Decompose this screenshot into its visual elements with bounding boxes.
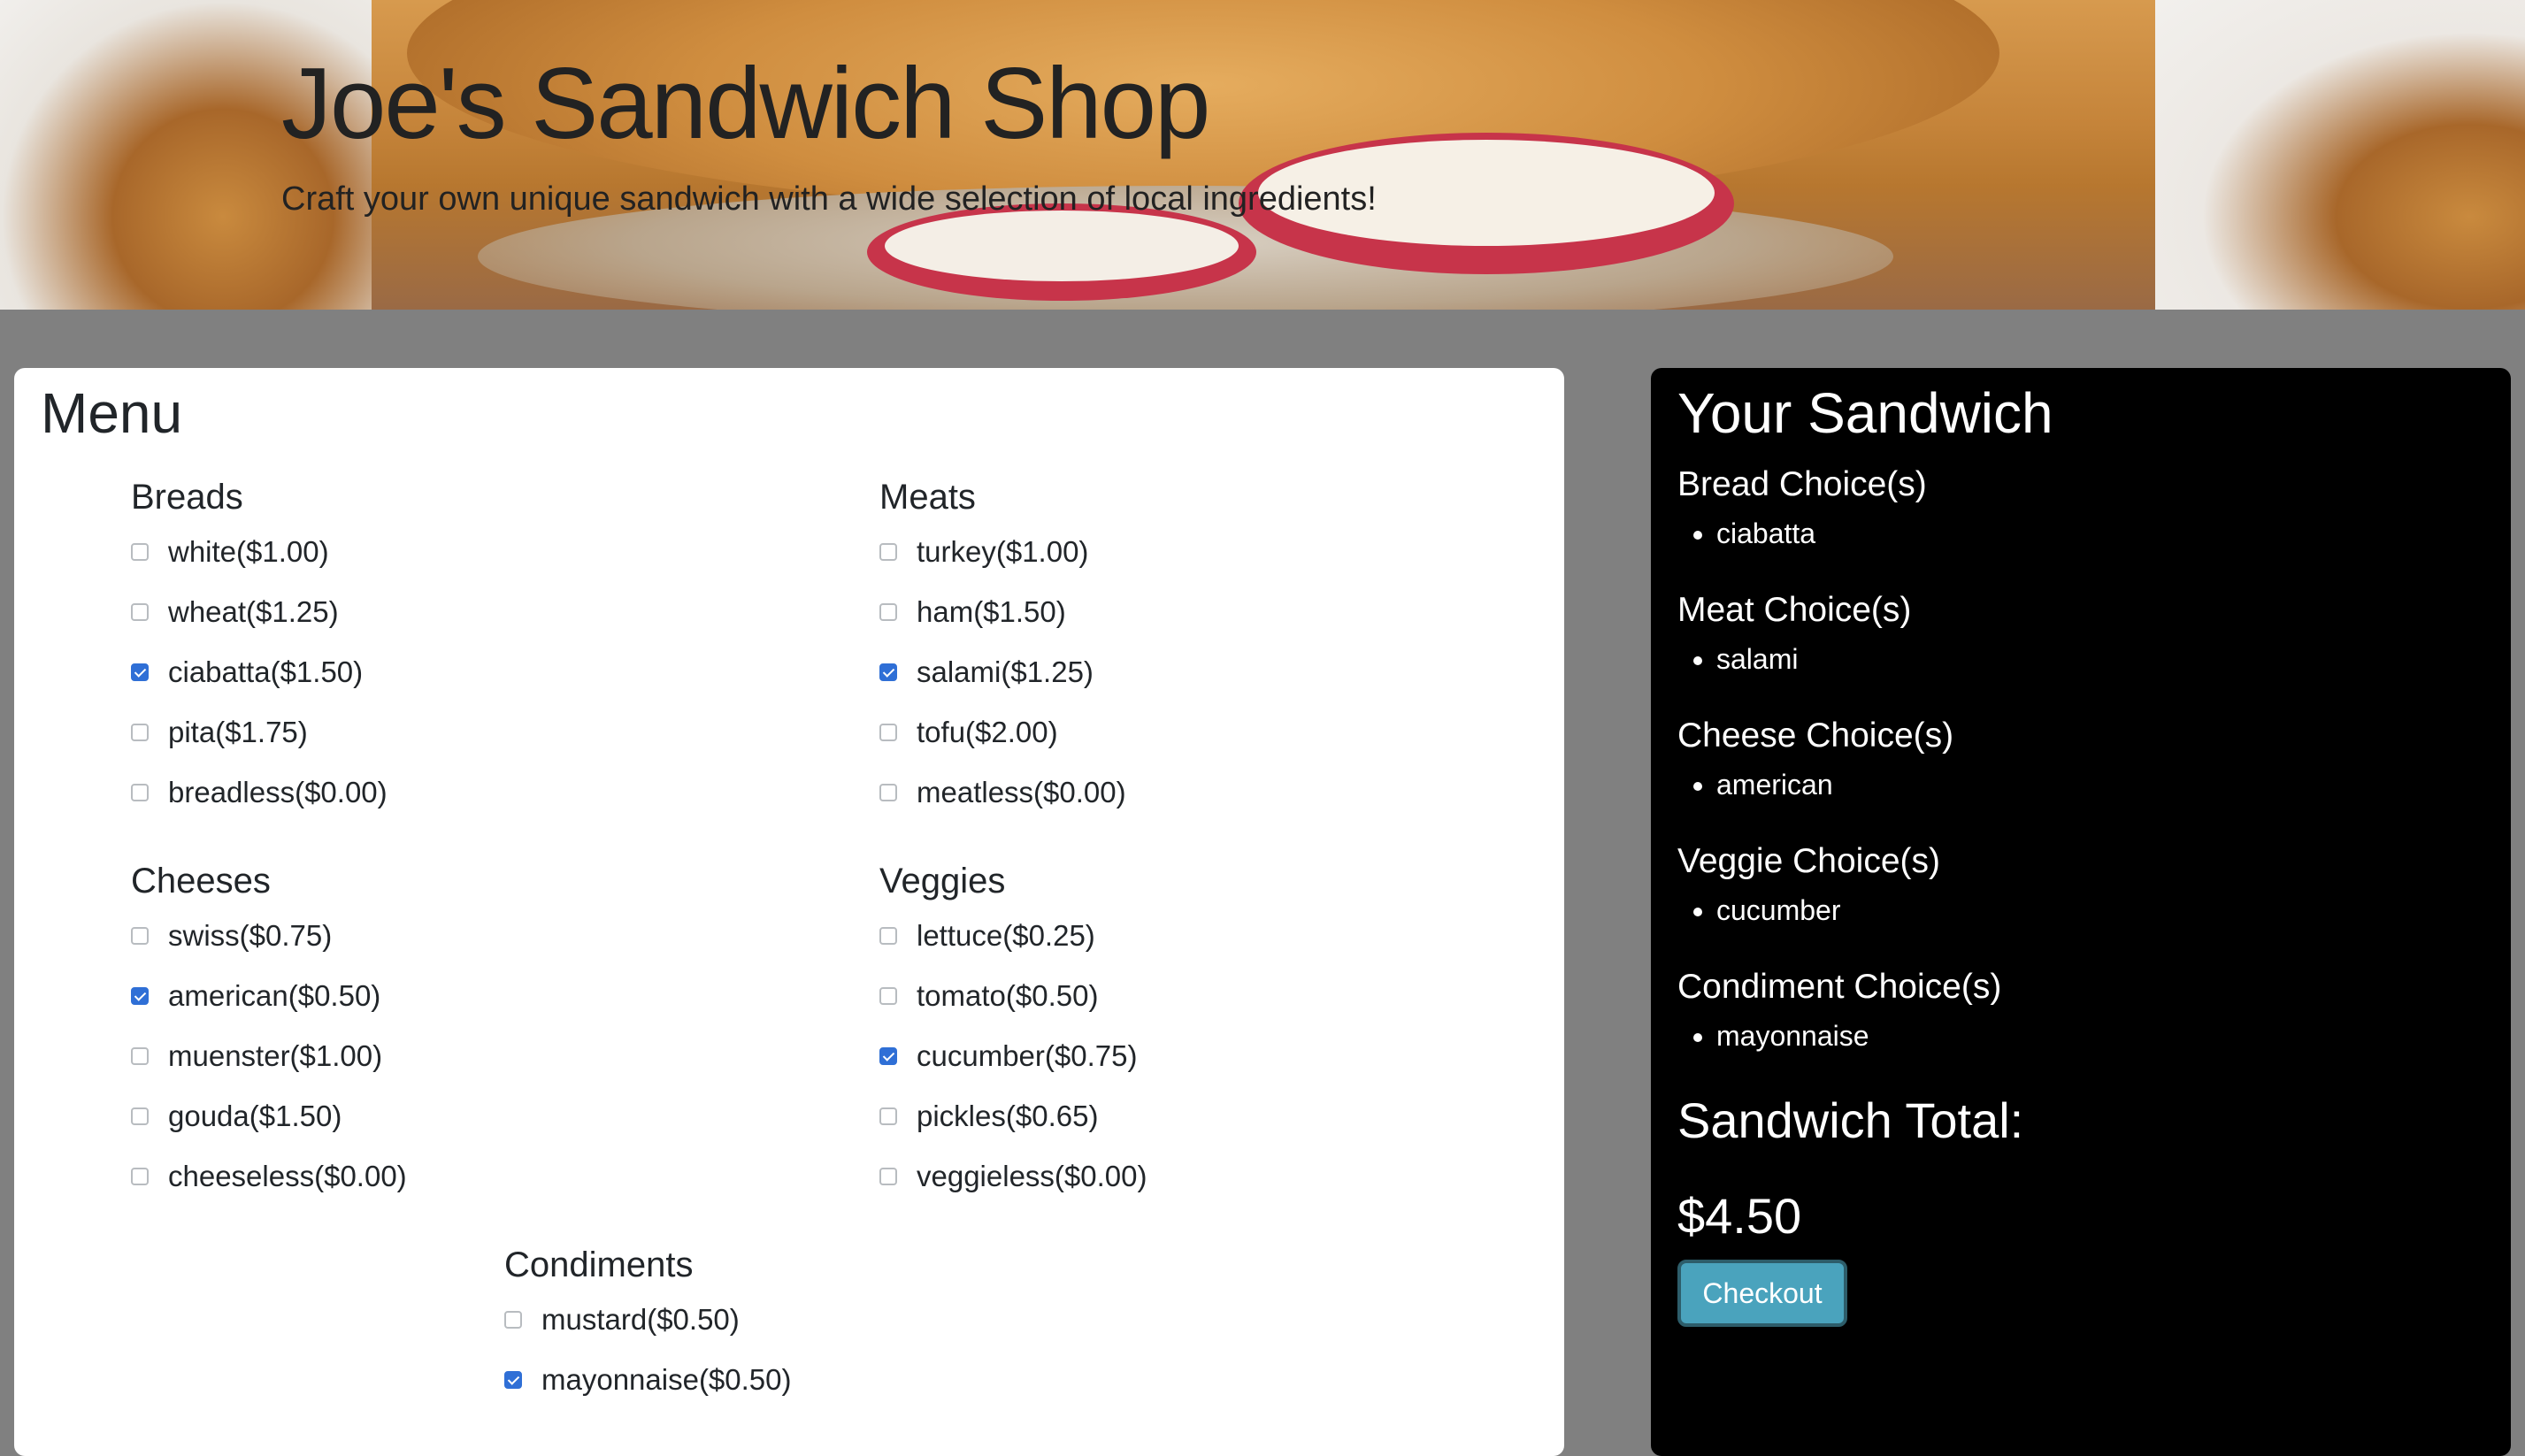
option-cucumber[interactable]: cucumber($0.75): [879, 1026, 1147, 1086]
page-subtitle: Craft your own unique sandwich with a wi…: [281, 180, 1377, 218]
option-lettuce[interactable]: lettuce($0.25): [879, 906, 1147, 966]
cheeses-group: Cheeses swiss($0.75) american($0.50) mue…: [131, 856, 407, 1207]
condiment-choices: Condiment Choice(s) mayonnaise: [1677, 962, 2001, 1060]
option-ham[interactable]: ham($1.50): [879, 582, 1126, 642]
checkbox[interactable]: [131, 1107, 149, 1125]
checkout-button[interactable]: Checkout: [1677, 1260, 1847, 1327]
list-item: salami: [1716, 635, 1911, 683]
option-wheat[interactable]: wheat($1.25): [131, 582, 388, 642]
sandwich-summary-panel: Your Sandwich Bread Choice(s) ciabatta M…: [1651, 368, 2511, 1456]
option-pita[interactable]: pita($1.75): [131, 702, 388, 762]
hero-image-right: [2155, 0, 2525, 310]
option-meatless[interactable]: meatless($0.00): [879, 762, 1126, 823]
cheese-choices: Cheese Choice(s) american: [1677, 711, 1953, 808]
checkbox[interactable]: [504, 1311, 522, 1329]
condiment-choices-heading: Condiment Choice(s): [1677, 968, 2002, 1006]
checkbox[interactable]: [879, 987, 897, 1005]
menu-panel: Menu Breads white($1.00) wheat($1.25) ci…: [14, 368, 1564, 1456]
meats-heading: Meats: [879, 478, 976, 517]
checkbox[interactable]: [879, 1168, 897, 1185]
option-breadless[interactable]: breadless($0.00): [131, 762, 388, 823]
checkbox[interactable]: [131, 927, 149, 945]
veggies-group: Veggies lettuce($0.25) tomato($0.50) cuc…: [879, 856, 1147, 1207]
veggie-choices: Veggie Choice(s) cucumber: [1677, 837, 1940, 934]
cheeses-heading: Cheeses: [131, 862, 271, 900]
checkbox[interactable]: [879, 603, 897, 621]
option-veggieless[interactable]: veggieless($0.00): [879, 1146, 1147, 1207]
checkbox[interactable]: [879, 543, 897, 561]
menu-title: Menu: [41, 381, 183, 445]
option-ciabatta[interactable]: ciabatta($1.50): [131, 642, 388, 702]
option-mustard[interactable]: mustard($0.50): [504, 1290, 792, 1350]
option-mayonnaise[interactable]: mayonnaise($0.50): [504, 1350, 792, 1410]
option-swiss[interactable]: swiss($0.75): [131, 906, 407, 966]
option-american[interactable]: american($0.50): [131, 966, 407, 1026]
option-gouda[interactable]: gouda($1.50): [131, 1086, 407, 1146]
checkbox-checked[interactable]: [879, 1047, 897, 1065]
checkbox[interactable]: [879, 927, 897, 945]
checkbox[interactable]: [131, 724, 149, 741]
option-salami[interactable]: salami($1.25): [879, 642, 1126, 702]
total-label: Sandwich Total:: [1677, 1092, 2024, 1148]
meats-group: Meats turkey($1.00) ham($1.50) salami($1…: [879, 472, 1126, 823]
option-turkey[interactable]: turkey($1.00): [879, 522, 1126, 582]
page-title: Joe's Sandwich Shop: [281, 48, 1210, 160]
breads-group: Breads white($1.00) wheat($1.25) ciabatt…: [131, 472, 388, 823]
bread-choices: Bread Choice(s) ciabatta: [1677, 460, 1927, 557]
meat-choices-heading: Meat Choice(s): [1677, 591, 1912, 629]
option-white[interactable]: white($1.00): [131, 522, 388, 582]
cheese-choices-heading: Cheese Choice(s): [1677, 717, 1954, 755]
hero-banner: Joe's Sandwich Shop Craft your own uniqu…: [0, 0, 2525, 310]
checkbox[interactable]: [879, 724, 897, 741]
meat-choices: Meat Choice(s) salami: [1677, 586, 1911, 683]
list-item: ciabatta: [1716, 510, 1927, 557]
list-item: american: [1716, 761, 1953, 808]
condiments-group: Condiments mustard($0.50) mayonnaise($0.…: [504, 1240, 792, 1410]
checkbox[interactable]: [131, 1047, 149, 1065]
veggie-choices-heading: Veggie Choice(s): [1677, 842, 1940, 880]
option-muenster[interactable]: muenster($1.00): [131, 1026, 407, 1086]
checkbox-checked[interactable]: [131, 663, 149, 681]
checkbox[interactable]: [879, 1107, 897, 1125]
checkbox[interactable]: [131, 1168, 149, 1185]
checkbox[interactable]: [131, 603, 149, 621]
bread-choices-heading: Bread Choice(s): [1677, 465, 1927, 503]
option-pickles[interactable]: pickles($0.65): [879, 1086, 1147, 1146]
option-cheeseless[interactable]: cheeseless($0.00): [131, 1146, 407, 1207]
checkbox-checked[interactable]: [504, 1371, 522, 1389]
checkbox-checked[interactable]: [131, 987, 149, 1005]
checkbox-checked[interactable]: [879, 663, 897, 681]
checkbox[interactable]: [131, 784, 149, 801]
list-item: mayonnaise: [1716, 1012, 2001, 1060]
condiments-heading: Condiments: [504, 1245, 694, 1284]
checkbox[interactable]: [131, 543, 149, 561]
list-item: cucumber: [1716, 886, 1940, 934]
total-value: $4.50: [1677, 1188, 1802, 1244]
checkbox[interactable]: [879, 784, 897, 801]
option-tomato[interactable]: tomato($0.50): [879, 966, 1147, 1026]
sandwich-title: Your Sandwich: [1677, 381, 2053, 445]
breads-heading: Breads: [131, 478, 243, 517]
option-tofu[interactable]: tofu($2.00): [879, 702, 1126, 762]
veggies-heading: Veggies: [879, 862, 1006, 900]
